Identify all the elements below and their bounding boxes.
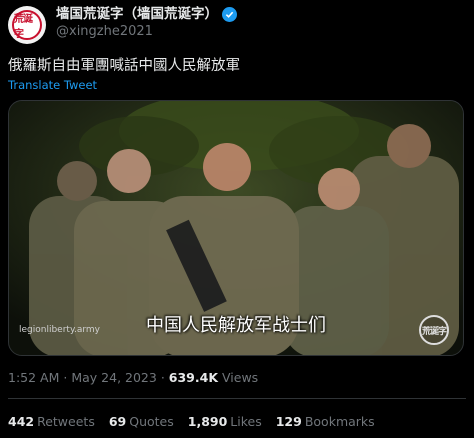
tweet-text: 俄羅斯自由軍團喊話中國人民解放軍 [8,58,240,74]
author-handle[interactable]: @xingzhe2021 [56,24,237,40]
quotes-count: 69 [108,414,127,429]
likes-label: Likes [230,414,262,429]
author-display-name-row: 墙国荒诞字（墙国荒诞字） [56,6,237,23]
bookmarks-label: Bookmarks [304,414,375,429]
video-logo-text: 荒诞字 [421,326,447,337]
author-display-name[interactable]: 墙国荒诞字（墙国荒诞字） [56,6,218,23]
meta-separator: · [63,370,68,385]
video-logo-icon: 荒诞字 [419,315,449,345]
quotes-label: Quotes [129,414,174,429]
likes-count: 1,890 [187,414,228,429]
translate-tweet-link[interactable]: Translate Tweet [8,78,97,92]
tweet-meta: 1:52 AM · May 24, 2023 · 639.4K Views [8,370,258,385]
tweet-date[interactable]: May 24, 2023 [71,370,156,385]
avatar[interactable]: 荒诞字 [8,6,46,44]
tweet-header: 荒诞字 墙国荒诞字（墙国荒诞字） @xingzhe2021 [8,6,237,44]
meta-separator-2: · [160,370,165,385]
avatar-logo: 荒诞字 [12,10,42,40]
avatar-logo-text: 荒诞字 [14,14,33,40]
bookmarks-count: 129 [275,414,302,429]
engagement-stats: 442 Retweets 69 Quotes 1,890 Likes 129 Bookm… [8,414,375,429]
likes-stat[interactable]: 1,890 Likes [188,414,262,429]
tweet-video[interactable]: 中国人民解放军战士们 legionliberty.army 荒诞字 [8,100,464,356]
verified-badge-icon[interactable] [222,7,237,22]
divider [8,398,466,399]
author-names: 墙国荒诞字（墙国荒诞字） @xingzhe2021 [56,6,237,40]
views-count: 639.4K [168,370,219,385]
video-watermark: legionliberty.army [19,325,100,335]
retweets-stat[interactable]: 442 Retweets [8,414,95,429]
retweets-label: Retweets [37,414,95,429]
bookmarks-stat[interactable]: 129 Bookmarks [276,414,375,429]
retweets-count: 442 [8,414,35,429]
quotes-stat[interactable]: 69 Quotes [109,414,174,429]
views-label: Views [222,370,259,385]
tweet-time[interactable]: 1:52 AM [8,370,59,385]
